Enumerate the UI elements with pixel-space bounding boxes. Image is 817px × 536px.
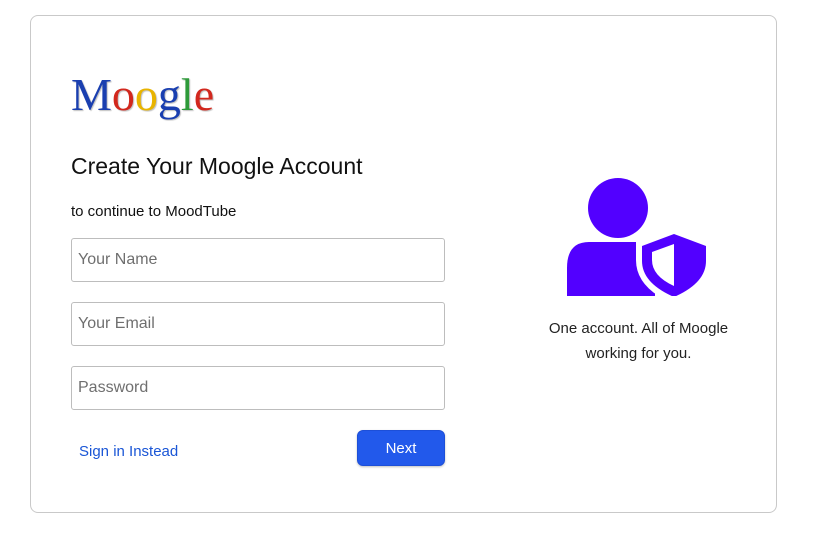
moogle-logo: Moogle: [71, 72, 214, 118]
tagline-line: One account. All of Moogle: [548, 320, 729, 337]
logo-letter: o: [111, 69, 135, 120]
logo-letter: e: [193, 69, 215, 120]
tagline: One account. All of Moogle working for y…: [521, 316, 756, 366]
logo-letter: M: [71, 69, 112, 120]
password-field[interactable]: [71, 366, 445, 410]
tagline-line: working for you.: [585, 345, 692, 362]
logo-letter: o: [134, 69, 158, 120]
email-field[interactable]: [71, 302, 445, 346]
next-button[interactable]: Next: [357, 430, 445, 466]
page-title: Create Your Moogle Account: [71, 153, 363, 179]
user-head-shape: [588, 178, 648, 238]
logo-letter: l: [180, 69, 194, 120]
user-shield-icon: [567, 178, 712, 296]
name-field[interactable]: [71, 238, 445, 282]
logo-letter: g: [157, 69, 181, 120]
signup-card: Moogle Create Your Moogle Account to con…: [30, 15, 777, 513]
sign-in-instead-link[interactable]: Sign in Instead: [79, 443, 178, 460]
page-subtitle: to continue to MoodTube: [71, 203, 237, 220]
